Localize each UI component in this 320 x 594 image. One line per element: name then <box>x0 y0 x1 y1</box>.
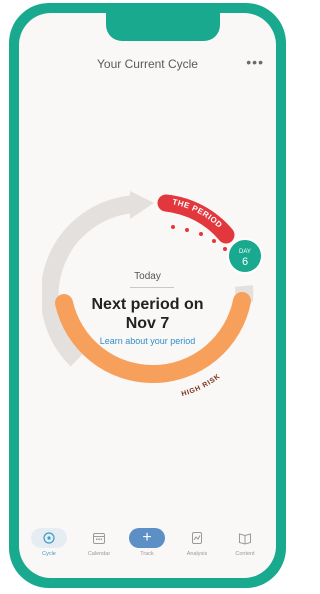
nav-content-label: Content <box>235 551 255 557</box>
nav-calendar-label: Calendar <box>87 551 111 557</box>
app-screen: Your Current Cycle ••• THE PERIOD HIGH R… <box>19 13 276 578</box>
today-divider <box>130 287 174 288</box>
nav-track[interactable]: + Track <box>121 528 173 557</box>
app-header: Your Current Cycle ••• <box>19 54 276 77</box>
nav-cycle-label: Cycle <box>42 551 56 557</box>
nav-track-label: Track <box>140 551 154 557</box>
phone-notch <box>106 13 220 41</box>
day-badge[interactable]: DAY 6 <box>227 238 263 274</box>
nav-content[interactable]: Content <box>219 528 271 557</box>
nav-cycle[interactable]: Cycle <box>23 528 75 557</box>
calendar-icon <box>73 528 125 548</box>
today-label: Today <box>134 271 161 282</box>
cycle-arrow-head <box>130 191 154 219</box>
nav-analysis-label: Analysis <box>186 551 208 557</box>
learn-about-period-link[interactable]: Learn about your period <box>19 336 276 346</box>
next-period-text: Next period on Nov 7 <box>19 295 276 333</box>
nav-analysis[interactable]: Analysis <box>171 528 223 557</box>
more-dots-icon[interactable]: ••• <box>246 54 264 70</box>
next-period-line1: Next period on <box>91 296 204 313</box>
day-badge-number: 6 <box>242 256 248 268</box>
cycle-icon <box>31 528 67 548</box>
phone-frame: Your Current Cycle ••• THE PERIOD HIGH R… <box>9 3 286 588</box>
next-period-date: Nov 7 <box>125 315 170 332</box>
cycle-ring: THE PERIOD HIGH RISK DAY 6 <box>42 191 263 398</box>
analysis-icon <box>171 528 223 548</box>
page-title: Your Current Cycle <box>97 57 198 71</box>
plus-icon: + <box>129 528 165 548</box>
book-icon <box>219 528 271 548</box>
nav-calendar[interactable]: Calendar <box>73 528 125 557</box>
bottom-nav: Cycle Calendar + Track Analysis Content <box>19 528 276 568</box>
day-badge-label: DAY <box>239 249 251 255</box>
